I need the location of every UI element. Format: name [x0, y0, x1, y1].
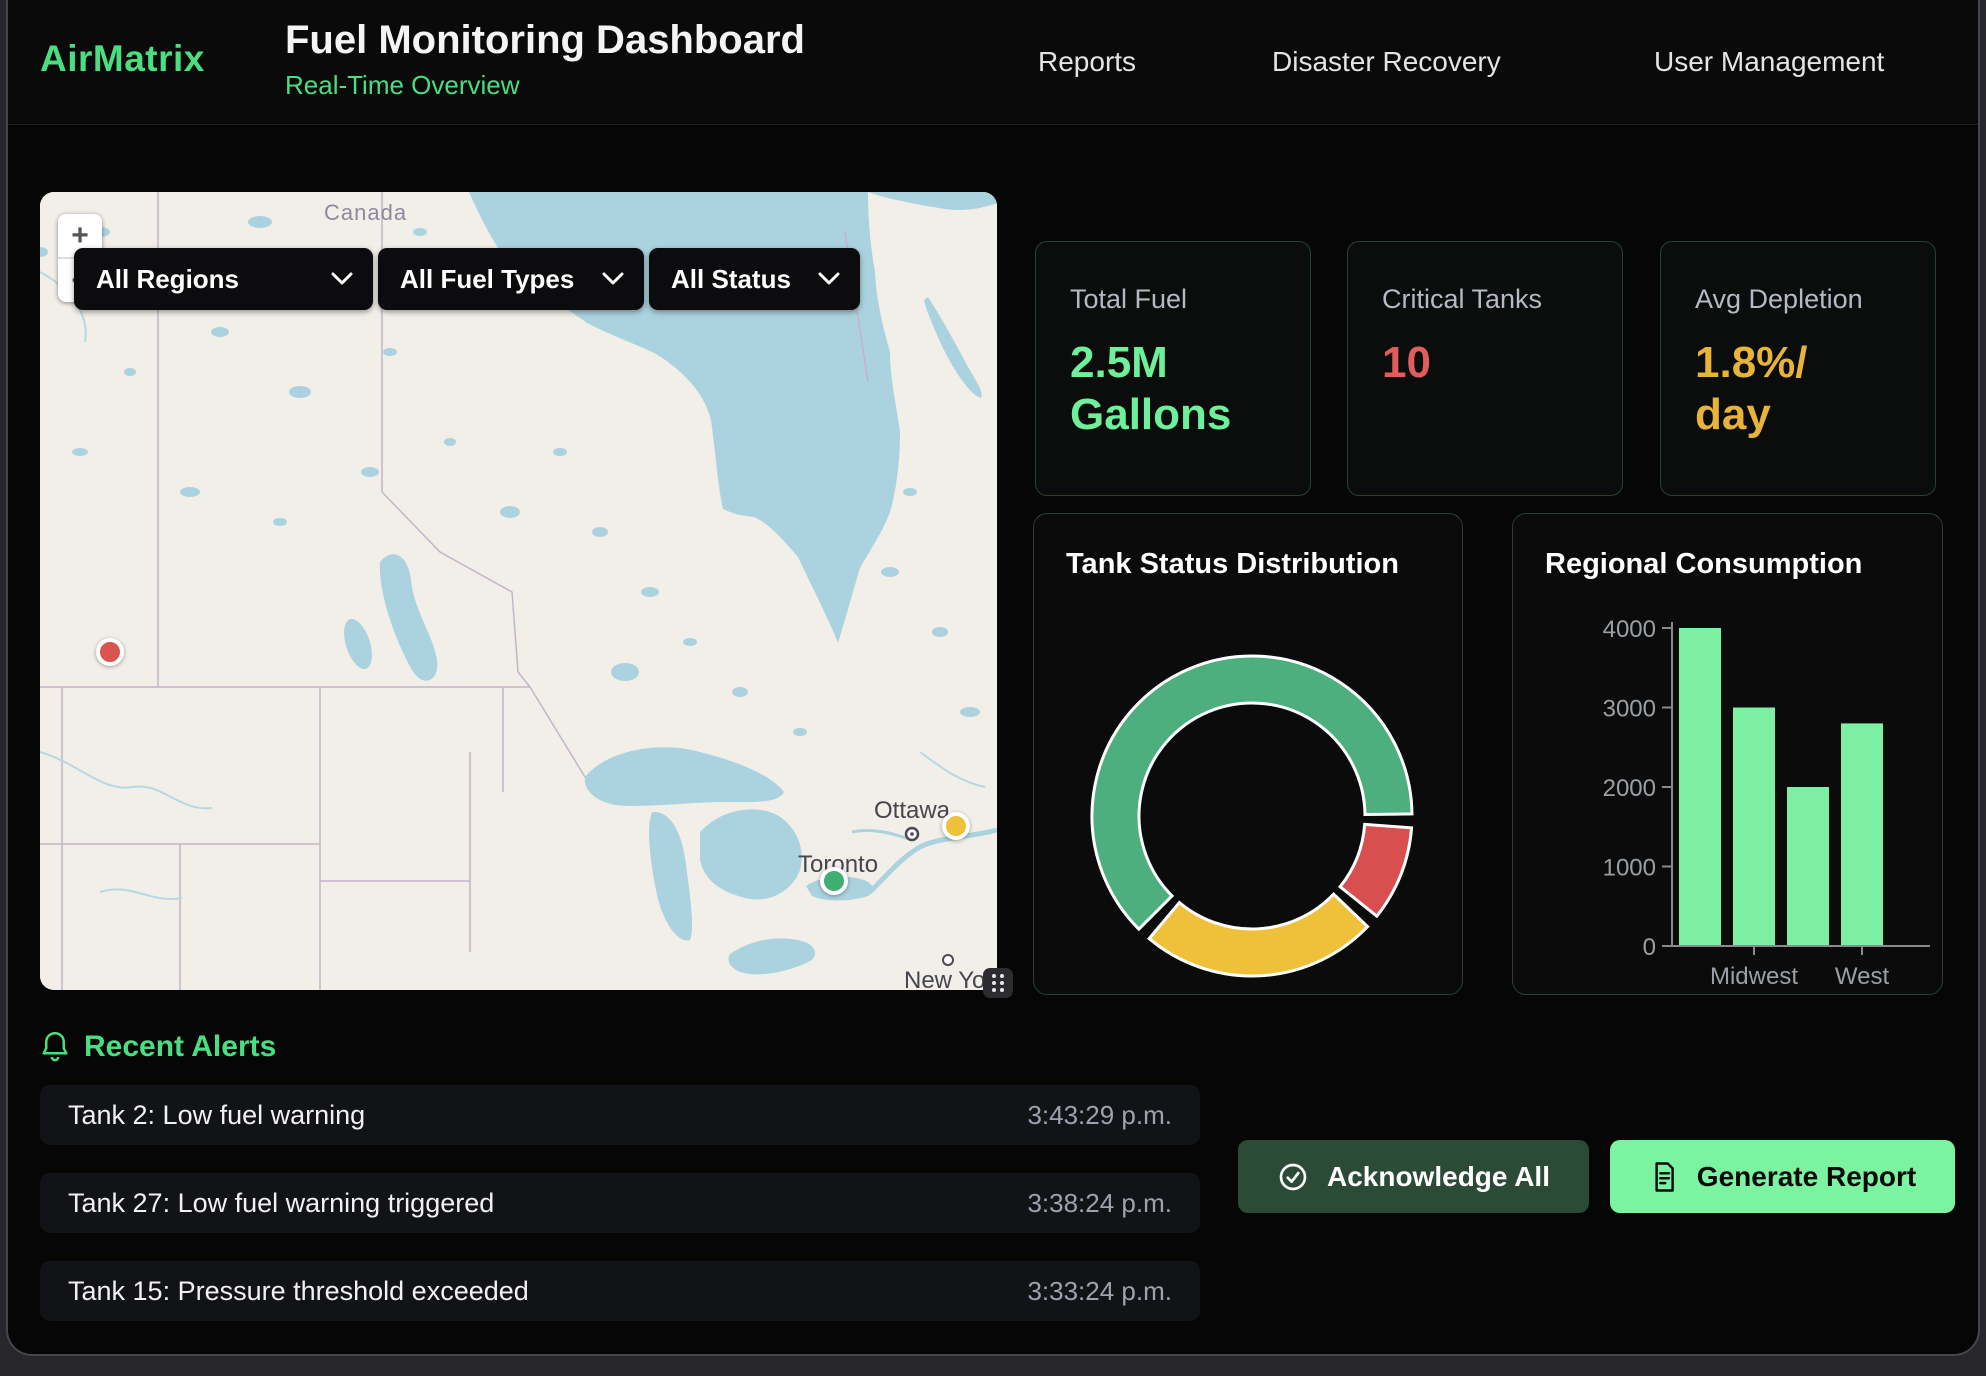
- consumption-bar-0[interactable]: [1679, 628, 1721, 946]
- alert-row[interactable]: Tank 2: Low fuel warning 3:43:29 p.m.: [40, 1085, 1200, 1145]
- alert-timestamp: 3:38:24 p.m.: [1027, 1188, 1172, 1219]
- chevron-down-icon: [331, 272, 353, 286]
- map-canvas: Canada Ottawa Toronto New York: [40, 192, 997, 990]
- dashboard-shell: AirMatrix Fuel Monitoring Dashboard Real…: [6, 0, 1980, 1356]
- map-town-dot-newyork: [943, 955, 953, 965]
- drag-dots-icon: [990, 972, 1006, 994]
- filter-label: All Fuel Types: [400, 264, 574, 295]
- kpi-value: 1.8%/ day: [1695, 337, 1890, 441]
- kpi-value: 2.5M Gallons: [1070, 337, 1265, 441]
- kpi-value: 10: [1382, 337, 1577, 389]
- donut-segment-warning[interactable]: [1149, 894, 1367, 976]
- generate-report-button[interactable]: Generate Report: [1610, 1140, 1955, 1213]
- tank-status-title: Tank Status Distribution: [1066, 548, 1399, 581]
- tank-marker-critical[interactable]: [96, 638, 124, 666]
- alert-message: Tank 2: Low fuel warning: [68, 1100, 365, 1131]
- tank-status-donut-chart: [1034, 514, 1464, 996]
- kpi-card-critical-tanks: Critical Tanks 10: [1347, 241, 1623, 496]
- y-tick-label: 2000: [1603, 775, 1656, 802]
- bell-icon: [40, 1030, 70, 1064]
- map-town-dot-ottawa-core: [910, 832, 914, 836]
- map-resize-handle[interactable]: [983, 968, 1013, 998]
- y-tick-label: 4000: [1603, 616, 1656, 643]
- filter-dropdown-all-status[interactable]: All Status: [649, 248, 860, 310]
- y-tick-label: 0: [1643, 934, 1656, 961]
- kpi-label: Critical Tanks: [1382, 284, 1622, 315]
- alert-row[interactable]: Tank 15: Pressure threshold exceeded 3:33…: [40, 1261, 1200, 1321]
- chevron-down-icon: [818, 272, 840, 286]
- regional-consumption-bar-chart: 0 1000 2000 3000 4000 Midwest West: [1513, 514, 1944, 996]
- y-tick-label: 3000: [1603, 696, 1656, 723]
- check-circle-icon: [1277, 1161, 1309, 1193]
- kpi-label: Avg Depletion: [1695, 284, 1935, 315]
- generate-report-label: Generate Report: [1697, 1161, 1916, 1193]
- donut-segment-critical[interactable]: [1340, 824, 1411, 916]
- consumption-bar-2[interactable]: [1787, 787, 1829, 946]
- alert-timestamp: 3:33:24 p.m.: [1027, 1276, 1172, 1307]
- map-label-ottawa: Ottawa: [874, 797, 951, 824]
- map-filter-bar: All Regions All Fuel Types All Status: [74, 248, 860, 310]
- alert-timestamp: 3:43:29 p.m.: [1027, 1100, 1172, 1131]
- filter-dropdown-all-regions[interactable]: All Regions: [74, 248, 373, 310]
- filter-dropdown-all-fuel-types[interactable]: All Fuel Types: [378, 248, 644, 310]
- regional-consumption-card: Regional Consumption 0 1000 2000 3000 4000 Mi…: [1512, 513, 1943, 995]
- nav-item-disaster-recovery[interactable]: Disaster Recovery: [1272, 46, 1501, 78]
- main-nav: Reports Disaster Recovery User Management: [8, 0, 1978, 124]
- header: AirMatrix Fuel Monitoring Dashboard Real…: [8, 0, 1978, 125]
- alert-message: Tank 15: Pressure threshold exceeded: [68, 1276, 529, 1307]
- kpi-card-total-fuel: Total Fuel 2.5M Gallons: [1035, 241, 1311, 496]
- regional-consumption-title: Regional Consumption: [1545, 548, 1862, 581]
- x-tick-label-midwest: Midwest: [1710, 963, 1798, 990]
- filter-label: All Regions: [96, 264, 239, 295]
- x-tick-label-west: West: [1835, 963, 1890, 990]
- report-file-icon: [1649, 1161, 1679, 1193]
- tank-status-card: Tank Status Distribution: [1033, 513, 1463, 995]
- chevron-down-icon: [602, 272, 624, 286]
- tank-marker-normal[interactable]: [820, 867, 848, 895]
- kpi-card-avg-depletion: Avg Depletion 1.8%/ day: [1660, 241, 1936, 496]
- recent-alerts-title: Recent Alerts: [84, 1030, 276, 1064]
- nav-item-reports[interactable]: Reports: [1038, 46, 1136, 78]
- recent-alerts-header: Recent Alerts: [40, 1030, 276, 1064]
- tank-marker-warning[interactable]: [942, 812, 970, 840]
- nav-item-user-management[interactable]: User Management: [1654, 46, 1884, 78]
- map-label-canada: Canada: [324, 200, 407, 225]
- kpi-label: Total Fuel: [1070, 284, 1310, 315]
- filter-label: All Status: [671, 264, 791, 295]
- acknowledge-all-button[interactable]: Acknowledge All: [1238, 1140, 1589, 1213]
- consumption-bar-3[interactable]: [1841, 723, 1883, 946]
- fuel-map[interactable]: Canada Ottawa Toronto New York: [40, 192, 997, 990]
- alert-row[interactable]: Tank 27: Low fuel warning triggered 3:38:…: [40, 1173, 1200, 1233]
- consumption-bar-1[interactable]: [1733, 708, 1775, 947]
- y-tick-label: 1000: [1603, 855, 1656, 882]
- alert-message: Tank 27: Low fuel warning triggered: [68, 1188, 494, 1219]
- acknowledge-all-label: Acknowledge All: [1327, 1161, 1550, 1193]
